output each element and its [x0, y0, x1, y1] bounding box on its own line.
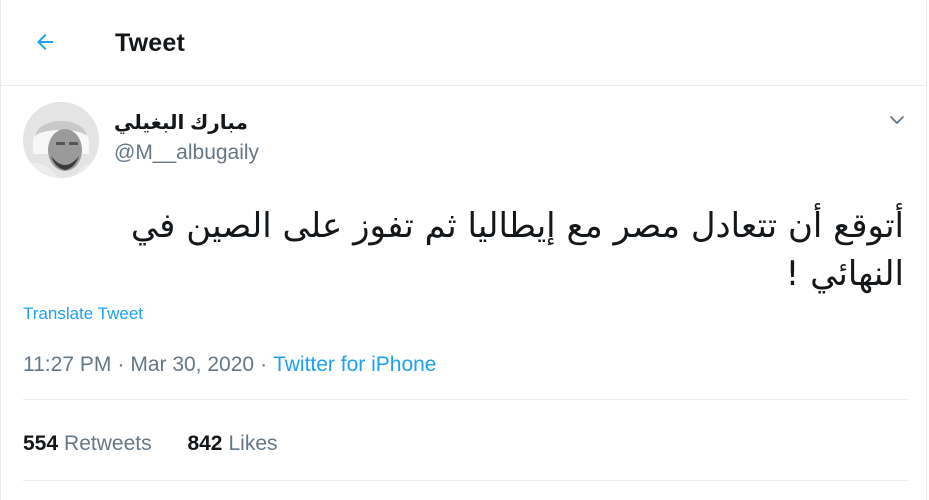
likes-stat[interactable]: 842 Likes — [187, 432, 277, 456]
author-handle[interactable]: @M__albugaily — [114, 141, 259, 165]
page-header: Tweet — [1, 0, 926, 86]
author-display-name[interactable]: مبارك البغيلي — [114, 110, 248, 135]
tweet-source-link[interactable]: Twitter for iPhone — [273, 353, 436, 376]
arrow-left-icon — [33, 30, 57, 59]
meta-separator: · — [117, 353, 125, 376]
avatar[interactable] — [23, 102, 99, 178]
chevron-down-icon — [888, 111, 906, 134]
tweet-text: أتوقع أن تتعادل مصر مع إيطاليا ثم تفوز ع… — [130, 206, 904, 294]
tweet-page: Tweet مبارك البغيلي @M__albugaily أتوقع … — [0, 0, 927, 500]
tweet-stats: 554 Retweets 842 Likes — [23, 432, 278, 456]
divider — [23, 480, 907, 481]
tweet-meta: 11:27 PM · Mar 30, 2020 · Twitter for iPhone — [23, 353, 436, 377]
divider — [23, 399, 907, 400]
likes-count: 842 — [187, 432, 223, 455]
retweets-stat[interactable]: 554 Retweets — [23, 432, 152, 456]
meta-separator: · — [260, 353, 268, 376]
more-options-button[interactable] — [881, 106, 913, 138]
tweet-time[interactable]: 11:27 PM — [23, 353, 111, 376]
page-title: Tweet — [115, 29, 185, 57]
likes-label: Likes — [228, 432, 278, 455]
retweets-label: Retweets — [64, 432, 152, 455]
retweets-count: 554 — [23, 432, 59, 455]
back-button[interactable] — [25, 24, 65, 64]
translate-tweet-link[interactable]: Translate Tweet — [23, 304, 143, 324]
tweet-date[interactable]: Mar 30, 2020 — [130, 353, 254, 376]
